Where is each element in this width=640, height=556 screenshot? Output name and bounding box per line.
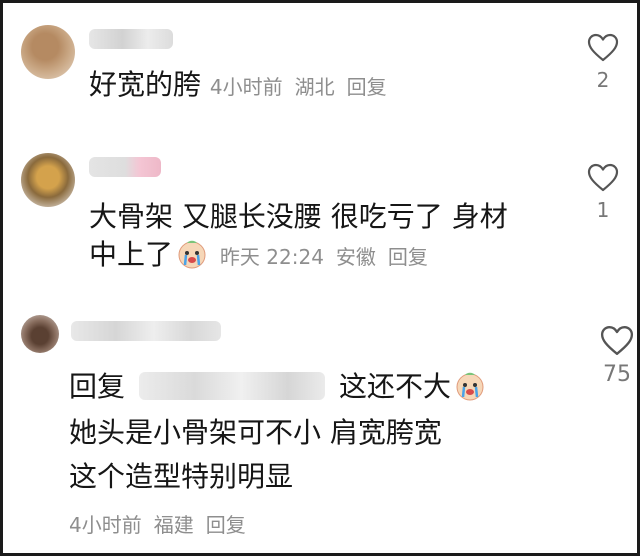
like-count: 2	[596, 68, 610, 92]
comment-location: 福建	[153, 513, 194, 537]
comment-2-line-1: 大骨架 又腿长没腰 很吃亏了 身材	[89, 200, 508, 233]
comment-meta: 4小时前 福建 回复	[69, 507, 246, 543]
comment-time: 4小时前	[209, 75, 283, 99]
crying-face-emoji	[178, 240, 206, 269]
heart-outline-icon[interactable]	[587, 33, 619, 62]
blurred-username[interactable]	[89, 29, 173, 49]
comment-3-line-2: 她头是小骨架可不小 肩宽胯宽	[69, 416, 442, 449]
blurred-mention[interactable]	[139, 372, 326, 400]
comment-location: 安徽	[335, 245, 376, 269]
heart-outline-icon[interactable]	[600, 325, 634, 356]
comment-2-line-2: 中上了 昨天 22:24 安徽 回复	[89, 237, 428, 275]
comment-time: 4小时前	[69, 513, 142, 537]
like-count: 75	[603, 362, 631, 387]
comment-text: 好宽的胯	[89, 68, 202, 101]
comment-1-body: 好宽的胯 4小时前 湖北 回复	[89, 67, 387, 105]
comment-meta: 昨天 22:24 安徽 回复	[220, 245, 428, 269]
comment-text: 中上了	[89, 238, 174, 271]
comment-list-frame: 好宽的胯 4小时前 湖北 回复 2 大骨架 又腿长没腰 很吃亏了 身材 中上了 昨天…	[0, 0, 640, 556]
reply-link[interactable]: 回复	[206, 513, 246, 537]
avatar[interactable]	[21, 153, 75, 207]
avatar[interactable]	[21, 315, 59, 353]
comment-text: 这还不大	[339, 370, 452, 403]
blurred-username[interactable]	[71, 321, 221, 341]
comment-location: 湖北	[294, 75, 335, 99]
reply-link[interactable]: 回复	[347, 75, 387, 99]
like-control[interactable]: 2	[585, 33, 621, 92]
like-control[interactable]: 75	[597, 325, 637, 387]
comment-3-line-3: 这个造型特别明显	[69, 460, 294, 493]
reply-prefix: 回复	[69, 370, 126, 403]
comment-time: 昨天 22:24	[219, 245, 324, 269]
comment-3-line-1: 回复 这还不大	[69, 369, 489, 405]
comment-meta: 4小时前 湖北 回复	[210, 75, 387, 99]
reply-link[interactable]: 回复	[388, 245, 428, 269]
like-control[interactable]: 1	[585, 163, 621, 222]
avatar[interactable]	[21, 25, 75, 79]
blurred-username[interactable]	[89, 157, 161, 177]
crying-face-emoji	[456, 372, 484, 401]
heart-outline-icon[interactable]	[587, 163, 619, 192]
like-count: 1	[596, 198, 610, 222]
